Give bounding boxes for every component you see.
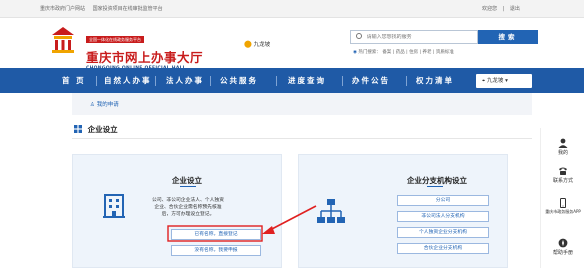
welcome-text: 欢迎您 — [482, 6, 498, 12]
side-item-mine[interactable]: 我的 — [541, 138, 584, 156]
logo-text[interactable]: 全国一体化在线政务服务平台 重庆市网上办事大厅 CHONGQING ONLINE… — [86, 26, 203, 71]
site-header: 全国一体化在线政务服务平台 重庆市网上办事大厅 CHONGQING ONLINE… — [0, 18, 584, 71]
hot-items[interactable]: 备案 | 药品 | 住房 | 养老 | 资质标准 — [382, 50, 454, 55]
side-label: 联系方式 — [552, 178, 573, 184]
nav-divider — [406, 76, 407, 86]
site-title: 重庆市网上办事大厅 — [86, 50, 204, 65]
region-select-value: 九龙坡 — [486, 78, 504, 84]
nav-divider — [96, 76, 97, 86]
nav-divider — [342, 76, 343, 86]
hot-label: 热门搜索： — [358, 50, 381, 55]
search-input[interactable] — [366, 34, 477, 40]
phone-icon — [559, 167, 567, 175]
search-icon — [356, 33, 362, 39]
section-divider — [72, 138, 532, 139]
chevron-down-icon: ▾ — [505, 78, 508, 84]
btn-non-company-branch[interactable]: 非公司法人分支机构 — [397, 211, 489, 222]
platform-tag: 全国一体化在线政务服务平台 — [86, 36, 144, 43]
location-switch[interactable]: ⬤ 九龙坡 — [244, 40, 270, 48]
grid-icon — [74, 125, 82, 133]
top-link-investment-platform[interactable]: 国家投资项目在线审批监管平台 — [93, 6, 163, 12]
nav-progress-query[interactable]: 进度查询 — [288, 68, 326, 93]
side-label: 我的 — [557, 150, 568, 156]
hot-searches: ◉ 热门搜索： 备案 | 药品 | 住房 | 养老 | 资质标准 — [353, 49, 454, 55]
title-underline — [427, 186, 443, 187]
top-link-gov-portal[interactable]: 重庆市政府门户网站 — [40, 6, 85, 12]
btn-no-name-apply[interactable]: 没有名称，我要申报 — [171, 245, 261, 256]
search-box[interactable] — [350, 30, 478, 44]
breadcrumb-bar: ♙ 我的申请 — [72, 93, 532, 115]
region-select[interactable]: ⌖ 九龙坡 ▾ — [476, 74, 532, 88]
nav-divider — [155, 76, 156, 86]
org-chart-icon — [317, 199, 345, 223]
logout-link[interactable]: 退出 — [510, 6, 520, 12]
location-pin-icon: ⬤ — [244, 40, 252, 48]
compass-icon — [558, 238, 568, 248]
card-description: 公司、非公司企业法人、个人独资企业、合伙企业需名称预先核准后，方可办理设立登记。 — [152, 198, 224, 217]
side-item-help[interactable]: 帮助手册 — [541, 238, 584, 256]
mobile-icon — [560, 198, 566, 208]
main-nav: 首 页 自然人办事 法人办事 公共服务 进度查询 办件公告 权力清单 ⌖ 九龙坡… — [0, 68, 584, 93]
btn-branch-company[interactable]: 分公司 — [397, 195, 489, 206]
side-item-app[interactable]: 重庆市政务服务APP — [541, 198, 584, 214]
side-label: 重庆市政务服务APP — [545, 209, 581, 214]
nav-legal-person[interactable]: 法人办事 — [166, 68, 204, 93]
breadcrumb-my-applications: 我的申请 — [96, 102, 119, 108]
nav-divider — [210, 76, 211, 86]
location-pin-icon: ⌖ — [482, 78, 486, 84]
nav-power-list[interactable]: 权力清单 — [416, 68, 454, 93]
top-bar: 重庆市政府门户网站 国家投资项目在线审批监管平台 欢迎您 | 退出 — [0, 0, 584, 18]
btn-existing-name-register[interactable]: 已有名称，直接登记 — [171, 229, 261, 240]
btn-partnership-branch[interactable]: 合伙企业分支机构 — [397, 243, 489, 254]
nav-public-services[interactable]: 公共服务 — [220, 68, 258, 93]
nav-natural-person[interactable]: 自然人办事 — [104, 68, 152, 93]
fire-icon: ◉ — [353, 50, 357, 55]
user-icon: ♙ — [90, 102, 95, 108]
breadcrumb[interactable]: ♙ 我的申请 — [90, 100, 119, 108]
top-links: 重庆市政府门户网站 国家投资项目在线审批监管平台 — [40, 0, 169, 18]
nav-home[interactable]: 首 页 — [62, 68, 86, 93]
nav-divider — [276, 76, 277, 86]
title-underline — [180, 186, 196, 187]
location-label: 九龙坡 — [253, 42, 271, 48]
logo-icon — [52, 27, 74, 53]
user-icon — [558, 138, 568, 148]
side-panel: 我的 联系方式 重庆市政务服务APP 帮助手册 — [540, 128, 584, 268]
card-title: 企业设立 — [172, 176, 202, 185]
card-title: 企业分支机构设立 — [407, 176, 467, 185]
divider: | — [502, 6, 505, 12]
btn-sole-proprietorship-branch[interactable]: 个人独资企业分支机构 — [397, 227, 489, 238]
user-area: 欢迎您 | 退出 — [482, 0, 524, 18]
card-branch-setup: 企业分支机构设立 分公司 非公司法人分支机构 个人独资企业分支机构 合伙企业分支… — [298, 154, 508, 268]
side-item-contact[interactable]: 联系方式 — [541, 166, 584, 184]
side-label: 帮助手册 — [552, 250, 573, 256]
building-icon — [103, 194, 125, 218]
section-title: 企业设立 — [74, 124, 118, 135]
card-enterprise-setup: 企业设立 公司、非公司企业法人、个人独资企业、合伙企业需名称预先核准后，方可办理… — [72, 154, 282, 268]
section-title-text: 企业设立 — [87, 125, 118, 134]
search-button[interactable]: 搜索 — [478, 30, 538, 44]
nav-announcements[interactable]: 办件公告 — [352, 68, 390, 93]
